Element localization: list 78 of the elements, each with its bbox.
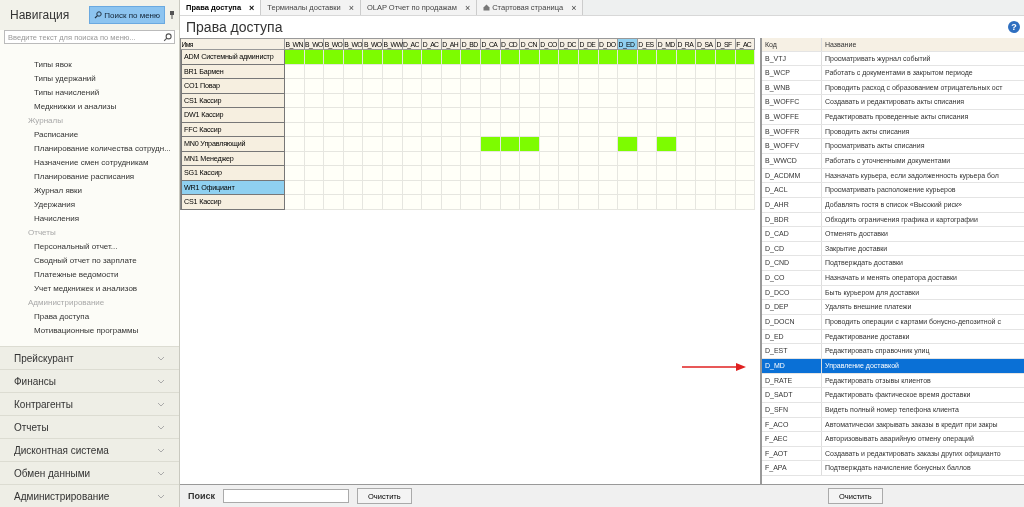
menu-item[interactable]: Сводный отчет по зарплате xyxy=(0,254,179,268)
granted-cell[interactable] xyxy=(578,50,599,65)
chevron-icon xyxy=(157,378,165,384)
granted-cell[interactable] xyxy=(676,50,697,65)
granted-cell[interactable] xyxy=(461,50,481,65)
search-field[interactable] xyxy=(223,489,349,503)
search-icon xyxy=(94,11,103,19)
menu-group-header[interactable]: Финансы xyxy=(0,369,179,392)
granted-cell[interactable] xyxy=(324,50,344,65)
arrow-icon xyxy=(682,362,748,372)
granted-cell[interactable] xyxy=(598,50,619,65)
sidebar-title: Навигация xyxy=(10,8,71,22)
granted-cell[interactable] xyxy=(441,50,462,65)
menu-item[interactable]: Платежные ведомости xyxy=(0,268,179,282)
house-icon xyxy=(483,4,491,11)
granted-cell[interactable] xyxy=(382,50,403,65)
chevron-icon xyxy=(157,493,165,499)
granted-cell[interactable] xyxy=(285,50,305,65)
close-icon[interactable]: × xyxy=(571,2,577,13)
search-label: Поиск xyxy=(188,491,215,501)
close-icon[interactable]: × xyxy=(348,2,354,13)
menu-item[interactable]: Права доступа xyxy=(0,310,179,324)
menu-section-label: Администрирование xyxy=(27,297,106,309)
granted-cell[interactable] xyxy=(657,137,677,152)
menu-item[interactable]: Мотивационные программы xyxy=(0,324,179,338)
menu-group-header[interactable]: Дисконтная система xyxy=(0,438,179,461)
granted-cell[interactable] xyxy=(304,50,325,65)
menu-group-header[interactable]: Контрагенты xyxy=(0,392,179,415)
menu-group-header[interactable]: Отчеты xyxy=(0,415,179,438)
menu-item[interactable]: Назначение смен сотрудникам xyxy=(0,156,179,170)
menu-item[interactable]: Расписание xyxy=(0,128,179,142)
menu-item[interactable]: Планирование расписания xyxy=(0,170,179,184)
granted-cell[interactable] xyxy=(539,50,560,65)
granted-cell[interactable] xyxy=(480,137,501,152)
chevron-icon xyxy=(157,470,165,476)
menu-item[interactable]: Начисления xyxy=(0,212,179,226)
menu-item[interactable]: Удержания xyxy=(0,198,179,212)
menu-item[interactable]: Персональный отчет... xyxy=(0,240,179,254)
pin-icon[interactable] xyxy=(169,11,175,19)
granted-cell[interactable] xyxy=(402,50,423,65)
menu-item[interactable]: Типы удержаний xyxy=(0,72,179,86)
menu-section-label: Отчеты xyxy=(27,227,57,239)
close-icon[interactable]: × xyxy=(249,2,255,13)
granted-cell[interactable] xyxy=(363,50,383,65)
granted-cell[interactable] xyxy=(618,50,638,65)
chevron-icon xyxy=(157,424,165,430)
menu-group-header[interactable]: Прейскурант xyxy=(0,346,179,369)
granted-cell[interactable] xyxy=(637,50,658,65)
chevron-icon xyxy=(157,447,165,453)
menu-item[interactable]: Журнал явки xyxy=(0,184,179,198)
granted-cell[interactable] xyxy=(618,137,638,152)
granted-cell[interactable] xyxy=(716,50,736,65)
granted-cell[interactable] xyxy=(735,50,756,65)
menu-item[interactable]: Типы явок xyxy=(0,58,179,72)
chevron-icon xyxy=(157,401,165,407)
granted-cell[interactable] xyxy=(696,50,717,65)
menu-item[interactable]: Медкнижки и анализы xyxy=(0,100,179,114)
granted-cell[interactable] xyxy=(559,50,579,65)
menu-item[interactable]: Учет медкнижек и анализов xyxy=(0,282,179,296)
granted-cell[interactable] xyxy=(520,137,540,152)
granted-cell[interactable] xyxy=(500,137,521,152)
chevron-icon xyxy=(157,355,165,361)
menu-group-header[interactable]: Обмен данными xyxy=(0,461,179,484)
help-icon[interactable]: ? xyxy=(1008,21,1020,33)
granted-cell[interactable] xyxy=(500,50,521,65)
search-icon[interactable] xyxy=(163,32,172,42)
menu-search-button[interactable]: Поиск по меню xyxy=(89,6,165,24)
granted-cell[interactable] xyxy=(657,50,677,65)
granted-cell[interactable] xyxy=(480,50,501,65)
granted-cell[interactable] xyxy=(422,50,442,65)
menu-group-header[interactable]: Администрирование xyxy=(0,484,179,507)
menu-item[interactable]: Типы начислений xyxy=(0,86,179,100)
granted-cell[interactable] xyxy=(343,50,364,65)
menu-item[interactable]: Планирование количества сотрудн... xyxy=(0,142,179,156)
close-icon[interactable]: × xyxy=(464,2,471,13)
page-title: Права доступа xyxy=(186,19,283,35)
granted-cell[interactable] xyxy=(520,50,540,65)
menu-section-label: Журналы xyxy=(27,115,64,127)
